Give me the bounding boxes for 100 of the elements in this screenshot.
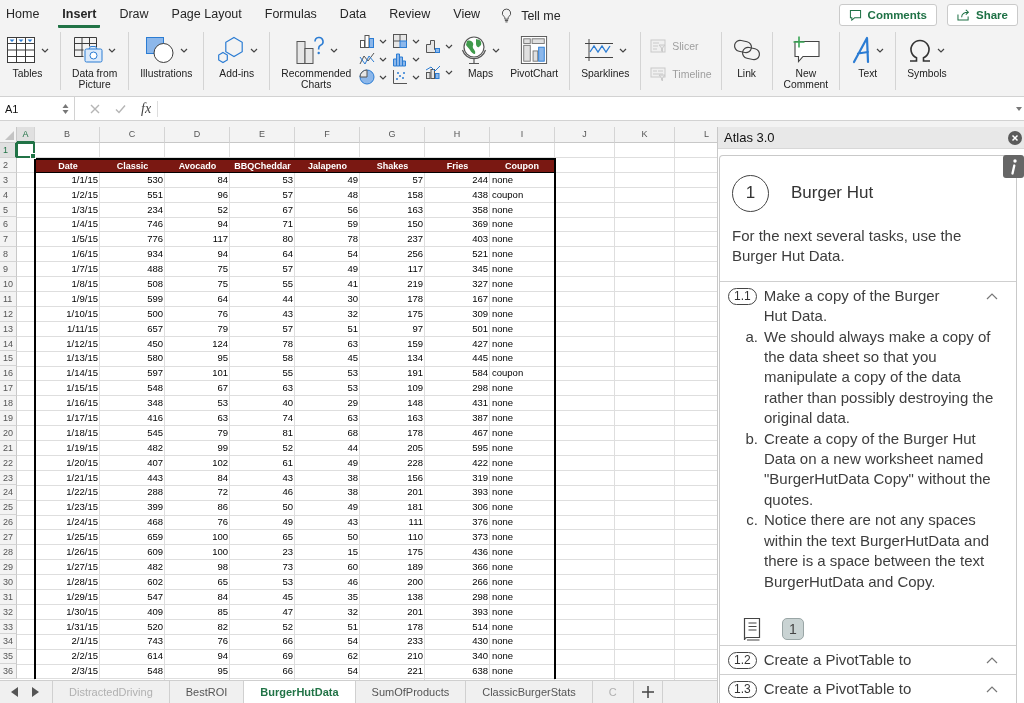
- name-box[interactable]: A1: [0, 97, 75, 120]
- row-header[interactable]: 7: [0, 232, 17, 248]
- task-title[interactable]: Create a PivotTable to: [763, 678, 953, 700]
- table-cell-text: 47: [281, 604, 294, 619]
- column-header[interactable]: C: [100, 127, 165, 143]
- ribbon-button[interactable]: Add-ins: [213, 32, 261, 90]
- table-cell: 1/22/15: [34, 485, 100, 501]
- column-header[interactable]: H: [425, 127, 490, 143]
- table-cell-text: 100: [211, 545, 229, 560]
- chart-type-button[interactable]: [392, 51, 421, 67]
- resource-count[interactable]: 1: [782, 618, 804, 640]
- row-header[interactable]: 17: [0, 381, 17, 397]
- sheet-tab[interactable]: ClassicBurgerStats: [465, 681, 592, 703]
- ribbon-button[interactable]: PivotChart: [508, 32, 561, 90]
- ribbon-tab[interactable]: Review: [385, 0, 435, 28]
- ribbon-tab[interactable]: Page Layout: [167, 0, 246, 28]
- row-header[interactable]: 34: [0, 634, 17, 650]
- ribbon-button[interactable]: New Comment: [781, 32, 831, 90]
- check-icon[interactable]: [115, 103, 126, 114]
- column-header[interactable]: F: [295, 127, 360, 143]
- table-cell: none: [490, 396, 556, 412]
- row-header[interactable]: 16: [0, 366, 17, 382]
- ribbon-tab[interactable]: Data: [335, 0, 371, 28]
- link-icon: [732, 39, 761, 61]
- row-header[interactable]: 27: [0, 530, 17, 546]
- ribbon-button[interactable]: Maps: [459, 32, 503, 90]
- row-header[interactable]: 36: [0, 664, 17, 680]
- table-cell: 1/20/15: [34, 455, 100, 471]
- expand-icon[interactable]: [1016, 106, 1022, 111]
- row-header[interactable]: 9: [0, 262, 17, 277]
- task-title[interactable]: Create a PivotTable to: [763, 649, 953, 671]
- table-cell-text: 43: [281, 470, 294, 485]
- column-header[interactable]: A: [17, 127, 35, 143]
- row-header[interactable]: 19: [0, 411, 17, 426]
- row-header[interactable]: 18: [0, 396, 17, 412]
- chevron-up-icon[interactable]: [986, 685, 998, 693]
- chart-type-button[interactable]: [425, 38, 454, 54]
- row-header[interactable]: 15: [0, 351, 17, 367]
- column-header[interactable]: B: [35, 127, 100, 143]
- column-header[interactable]: L: [675, 127, 717, 143]
- active-cell[interactable]: [16, 142, 35, 158]
- fill-handle-icon[interactable]: [30, 152, 36, 159]
- table-cell-text: 45: [346, 351, 359, 366]
- ribbon-button[interactable]: Symbols: [905, 32, 949, 90]
- ribbon-button[interactable]: Recommended Charts: [279, 32, 354, 90]
- ribbon-button[interactable]: Data from Picture: [70, 32, 120, 90]
- table-cell-text: 95: [216, 351, 229, 366]
- column-header[interactable]: D: [165, 127, 230, 143]
- chart-type-button[interactable]: [359, 51, 388, 67]
- row-header[interactable]: 24: [0, 485, 17, 501]
- row-header[interactable]: 28: [0, 545, 17, 560]
- table-cell-text: 63: [346, 411, 359, 426]
- sheet-tab[interactable]: SumOfProducts: [354, 681, 466, 703]
- row-header[interactable]: 8: [0, 247, 17, 263]
- column-header[interactable]: K: [615, 127, 675, 143]
- column-header[interactable]: E: [230, 127, 295, 143]
- chevron-up-icon[interactable]: [986, 656, 998, 664]
- row-header[interactable]: 10: [0, 277, 17, 292]
- chart-type-button[interactable]: [359, 33, 388, 49]
- row-header[interactable]: 6: [0, 217, 17, 233]
- ribbon-button[interactable]: Text: [849, 32, 887, 90]
- table-cell: none: [490, 619, 556, 635]
- row-header[interactable]: 25: [0, 500, 17, 516]
- chart-type-button[interactable]: [359, 69, 388, 85]
- comments-button[interactable]: Comments: [838, 4, 938, 26]
- table-cell: none: [490, 649, 556, 665]
- table-cell: none: [490, 425, 556, 441]
- chevron-up-icon[interactable]: [986, 292, 998, 300]
- table-cell-text: 156: [406, 470, 424, 485]
- table-cell-text: 201: [406, 604, 424, 619]
- ribbon-button[interactable]: Sparklines: [579, 32, 632, 90]
- table-cell-text: 53: [281, 574, 294, 589]
- info-icon[interactable]: [1003, 155, 1024, 178]
- ribbon-tab[interactable]: Insert: [58, 0, 101, 28]
- close-icon[interactable]: [1008, 130, 1022, 145]
- column-header[interactable]: J: [555, 127, 615, 143]
- ribbon-tab[interactable]: Home: [2, 0, 44, 28]
- add-sheet-button[interactable]: [632, 681, 663, 703]
- row-header[interactable]: 35: [0, 649, 17, 665]
- ribbon-button[interactable]: Link: [730, 32, 763, 90]
- column-header[interactable]: G: [360, 127, 425, 143]
- stepper-icon[interactable]: [62, 102, 69, 115]
- sheet-tab[interactable]: BurgerHutData: [243, 681, 355, 703]
- task-title[interactable]: Make a copy of the Burger Hut Data.: [763, 285, 953, 327]
- table-cell-text: 49: [346, 172, 359, 187]
- ribbon-button[interactable]: Illustrations: [138, 32, 195, 90]
- chart-type-button[interactable]: [425, 64, 454, 80]
- chart-type-button[interactable]: [392, 33, 421, 49]
- tell-me-button[interactable]: Tell me: [499, 0, 561, 28]
- column-header[interactable]: I: [490, 127, 555, 143]
- share-button[interactable]: Share: [947, 4, 1018, 26]
- ribbon-tab[interactable]: View: [449, 0, 485, 28]
- table-cell: none: [490, 411, 556, 426]
- chart-type-button[interactable]: [392, 69, 421, 85]
- row-header[interactable]: 26: [0, 515, 17, 531]
- ribbon-tab[interactable]: Formulas: [260, 0, 321, 28]
- ribbon-button[interactable]: Tables: [4, 32, 51, 90]
- ribbon-tab[interactable]: Draw: [115, 0, 153, 28]
- book-icon[interactable]: [742, 616, 762, 642]
- table-cell: 1/12/15: [34, 336, 100, 352]
